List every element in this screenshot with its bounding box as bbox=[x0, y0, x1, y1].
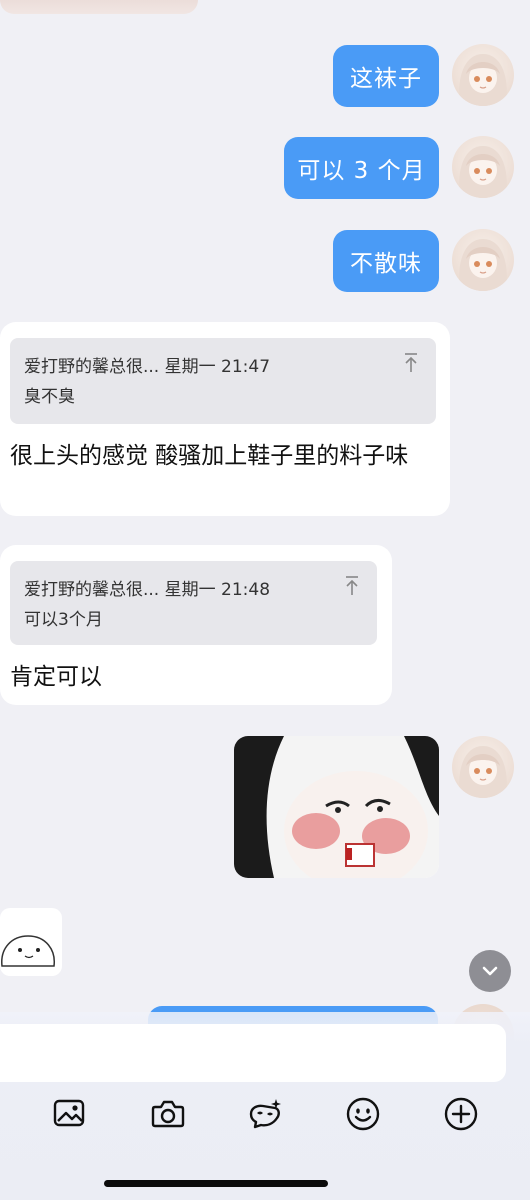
sticker-image-message[interactable] bbox=[234, 736, 439, 878]
meme-face-sticker-icon bbox=[234, 736, 439, 878]
quote-text: 臭不臭 bbox=[24, 387, 75, 407]
outgoing-message-bubble[interactable]: 不散味 bbox=[333, 230, 439, 292]
plus-circle-icon bbox=[444, 1097, 478, 1131]
image-icon bbox=[53, 1099, 85, 1127]
my-avatar[interactable] bbox=[452, 736, 514, 798]
anime-avatar-icon bbox=[459, 54, 507, 106]
my-avatar[interactable] bbox=[452, 229, 514, 291]
jump-to-original-icon[interactable] bbox=[343, 575, 361, 597]
scroll-to-bottom-button[interactable] bbox=[469, 950, 511, 992]
quote-meta: 爱打野的馨总很... 星期一 21:47 bbox=[24, 357, 271, 377]
quote-meta: 爱打野的馨总很... 星期一 21:48 bbox=[24, 580, 271, 600]
anime-avatar-icon bbox=[459, 746, 507, 798]
home-indicator[interactable] bbox=[104, 1180, 328, 1187]
message-text: 很上头的感觉 酸骚加上鞋子里的料子味 bbox=[10, 443, 409, 469]
previous-image-message[interactable] bbox=[0, 0, 198, 14]
anime-avatar-icon bbox=[459, 146, 507, 198]
anime-avatar-icon bbox=[459, 239, 507, 291]
face-magic-icon bbox=[249, 1099, 281, 1129]
more-options-button[interactable] bbox=[441, 1094, 481, 1134]
my-avatar[interactable] bbox=[452, 136, 514, 198]
incoming-reply-bubble[interactable]: 爱打野的馨总很... 星期一 21:47 臭不臭 很上头的感觉 酸骚加上鞋子里的… bbox=[0, 322, 450, 516]
message-text: 不散味 bbox=[350, 251, 422, 277]
message-text: 肯定可以 bbox=[10, 664, 102, 690]
message-input[interactable] bbox=[0, 1024, 506, 1082]
image-picker-button[interactable] bbox=[50, 1094, 90, 1134]
incoming-reply-bubble[interactable]: 爱打野的馨总很... 星期一 21:48 可以3个月 肯定可以 bbox=[0, 545, 392, 705]
chevron-down-icon bbox=[482, 966, 498, 976]
bun-face-sticker-icon bbox=[1, 935, 55, 967]
jump-to-original-icon[interactable] bbox=[402, 352, 420, 374]
message-text: 这袜子 bbox=[350, 66, 422, 92]
sticker-image-message[interactable] bbox=[0, 908, 62, 976]
effects-button[interactable] bbox=[245, 1094, 285, 1134]
quoted-message[interactable]: 爱打野的馨总很... 星期一 21:48 可以3个月 bbox=[10, 561, 377, 645]
camera-icon bbox=[151, 1100, 185, 1128]
quote-text: 可以3个月 bbox=[24, 610, 103, 630]
quoted-message[interactable]: 爱打野的馨总很... 星期一 21:47 臭不臭 bbox=[10, 338, 436, 424]
my-avatar[interactable] bbox=[452, 44, 514, 106]
camera-button[interactable] bbox=[148, 1094, 188, 1134]
outgoing-message-bubble[interactable]: 可以 3 个月 bbox=[284, 137, 439, 199]
outgoing-message-bubble[interactable]: 这袜子 bbox=[333, 45, 439, 107]
smiley-icon bbox=[346, 1097, 380, 1131]
message-text: 可以 3 个月 bbox=[297, 158, 426, 184]
emoji-button[interactable] bbox=[343, 1094, 383, 1134]
